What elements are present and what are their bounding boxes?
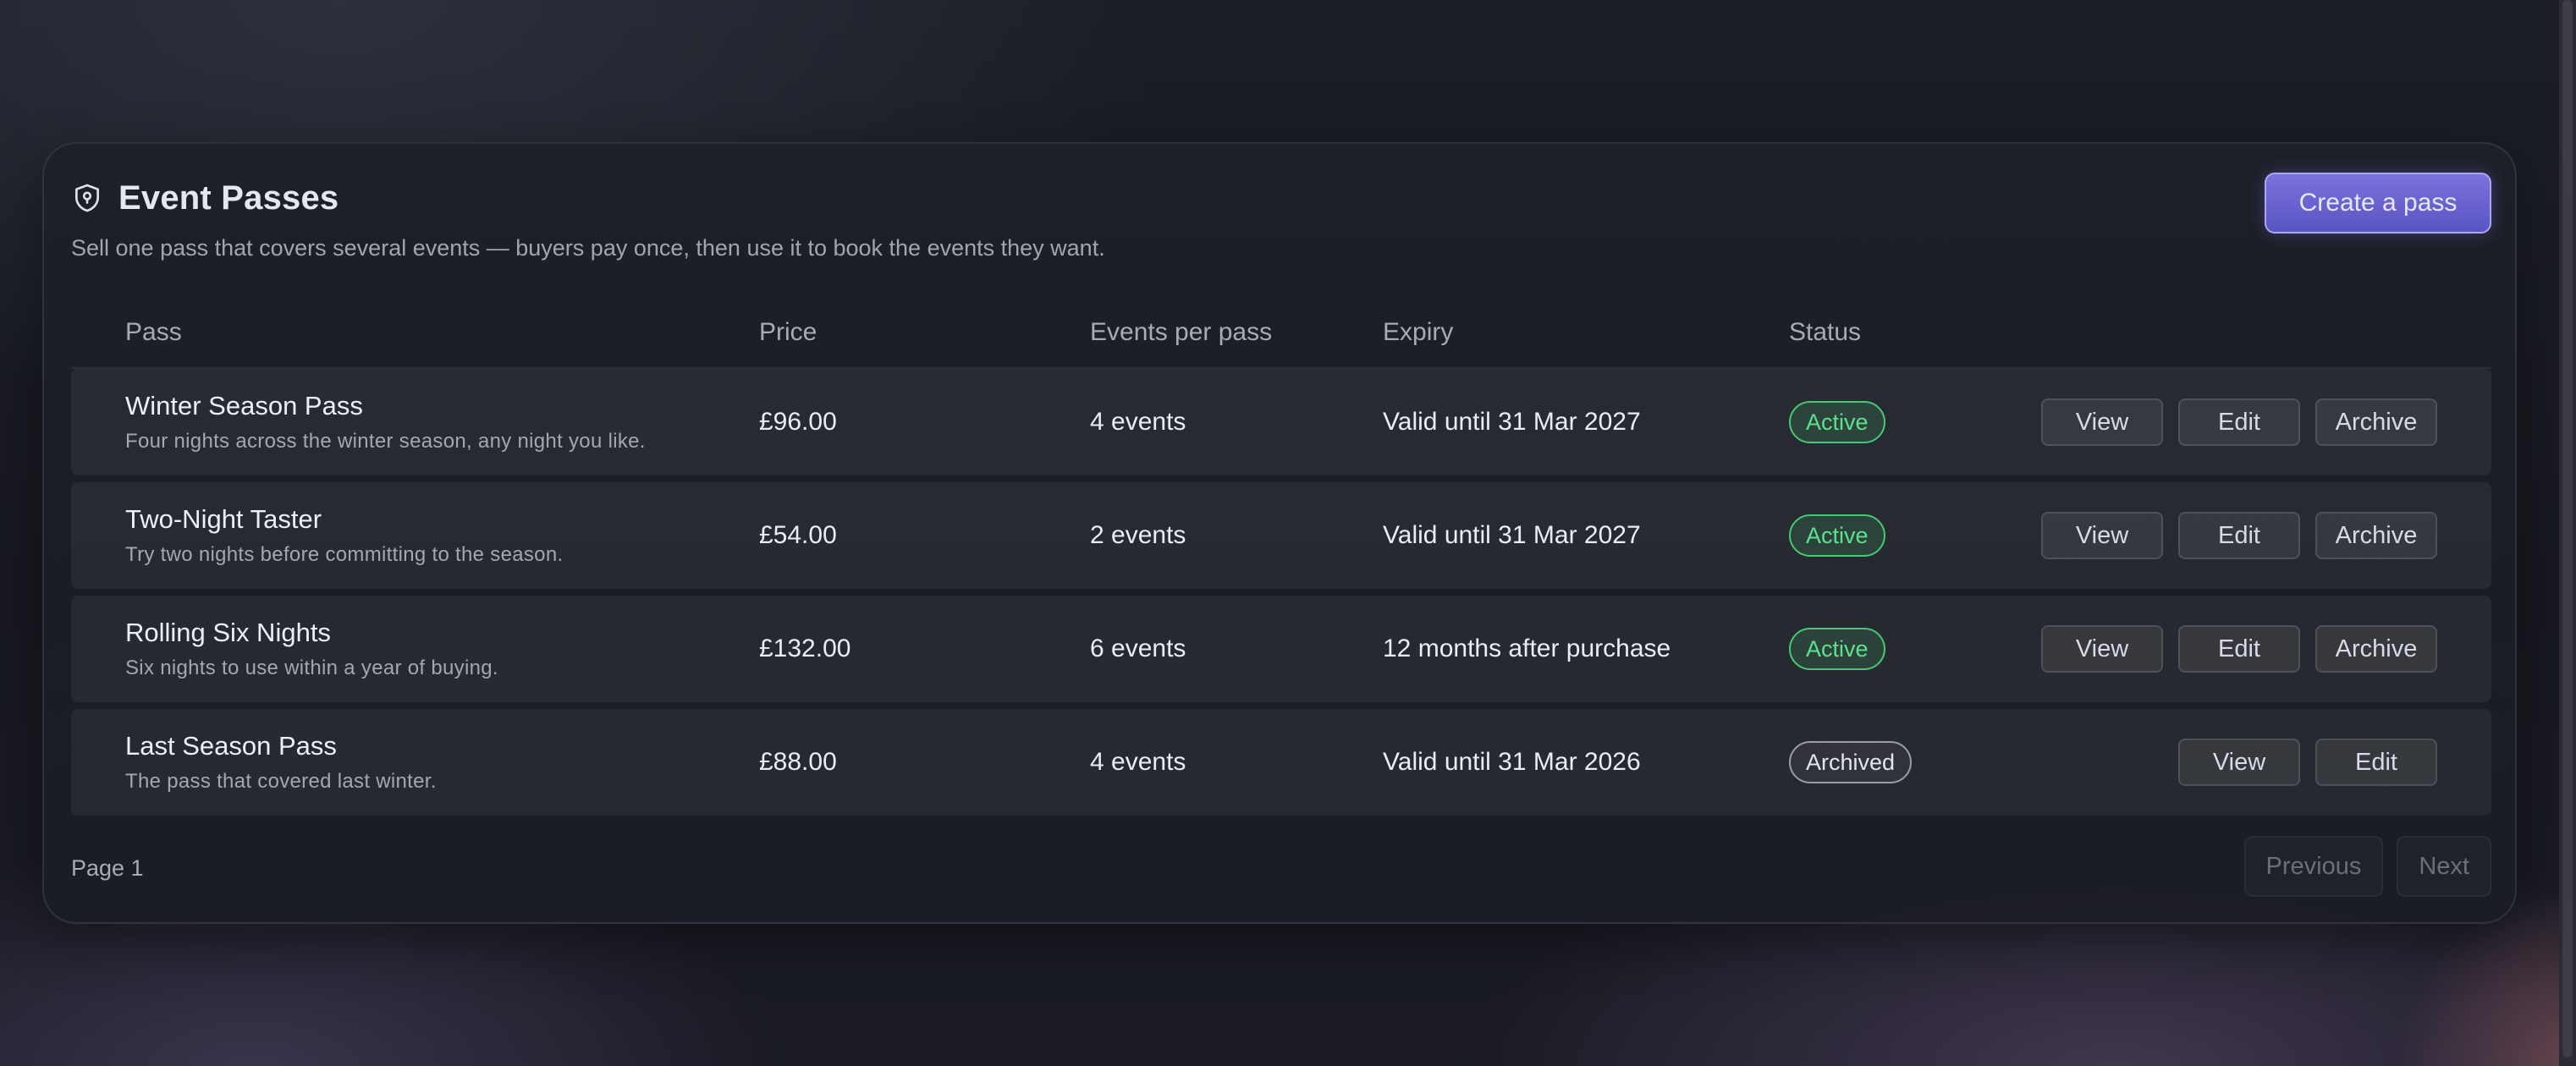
pass-cell: Winter Season Pass Four nights across th… [125,369,646,475]
table-footer: Page 1 Previous Next [71,836,2491,900]
table-row: Rolling Six Nights Six nights to use wit… [71,596,2491,702]
view-button[interactable]: View [2041,398,2163,446]
status-badge: Active [1789,628,1885,670]
page-scrollbar[interactable] [2559,0,2576,1066]
column-header-pass: Pass [125,318,182,346]
price-cell: £54.00 [759,521,837,549]
pagination: Previous Next [2243,836,2491,897]
pass-cell: Rolling Six Nights Six nights to use wit… [125,596,498,702]
events-cell: 4 events [1090,748,1186,776]
row-actions: View Edit Archive [2041,596,2437,702]
pass-cell: Last Season Pass The pass that covered l… [125,709,437,816]
passes-table: Pass Price Events per pass Expiry Status… [71,296,2491,816]
pass-name: Rolling Six Nights [125,618,331,647]
title-row: Event Passes [71,173,2491,223]
price-cell: £132.00 [759,635,851,662]
status-badge: Active [1789,514,1885,557]
column-header-expiry: Expiry [1383,318,1454,346]
table-body: Winter Season Pass Four nights across th… [71,369,2491,816]
next-page-button[interactable]: Next [2397,836,2491,897]
create-pass-button[interactable]: Create a pass [2265,173,2491,234]
previous-page-button[interactable]: Previous [2243,836,2384,897]
page-subtitle: Sell one pass that covers several events… [71,235,1105,261]
expiry-cell: Valid until 31 Mar 2026 [1383,748,1641,776]
pass-description: Try two nights before committing to the … [125,543,564,566]
pass-name: Two-Night Taster [125,504,322,534]
events-cell: 6 events [1090,635,1186,662]
view-button[interactable]: View [2041,625,2163,673]
status-cell: Active [1789,482,1885,589]
row-actions: View Edit Archive [2041,482,2437,589]
column-header-status: Status [1789,318,1862,346]
table-row: Two-Night Taster Try two nights before c… [71,482,2491,589]
edit-button[interactable]: Edit [2178,398,2300,446]
table-row: Last Season Pass The pass that covered l… [71,709,2491,816]
pass-name: Last Season Pass [125,731,337,761]
status-cell: Active [1789,369,1885,475]
shield-pin-icon [74,184,100,212]
pass-description: Four nights across the winter season, an… [125,430,646,453]
edit-button[interactable]: Edit [2178,512,2300,559]
page-indicator: Page 1 [71,855,144,881]
card-header: Event Passes Sell one pass that covers s… [71,173,2491,266]
column-header-events: Events per pass [1090,318,1273,346]
status-badge: Active [1789,401,1885,443]
expiry-cell: 12 months after purchase [1383,635,1671,662]
archive-button[interactable]: Archive [2315,398,2437,446]
status-cell: Archived [1789,709,1913,816]
pass-name: Winter Season Pass [125,391,363,420]
event-passes-card: Event Passes Sell one pass that covers s… [42,142,2517,924]
expiry-cell: Valid until 31 Mar 2027 [1383,408,1641,436]
pass-description: Six nights to use within a year of buyin… [125,657,498,679]
pass-description: The pass that covered last winter. [125,770,437,793]
edit-button[interactable]: Edit [2315,739,2437,786]
row-actions: View Edit Archive [2041,369,2437,475]
events-cell: 4 events [1090,408,1186,436]
expiry-cell: Valid until 31 Mar 2027 [1383,521,1641,549]
events-cell: 2 events [1090,521,1186,549]
table-header: Pass Price Events per pass Expiry Status [71,296,2491,369]
edit-button[interactable]: Edit [2178,625,2300,673]
status-cell: Active [1789,596,1885,702]
view-button[interactable]: View [2041,512,2163,559]
pass-cell: Two-Night Taster Try two nights before c… [125,482,563,589]
view-button[interactable]: View [2178,739,2300,786]
status-badge: Archived [1789,741,1913,783]
price-cell: £88.00 [759,748,837,776]
archive-button[interactable]: Archive [2315,625,2437,673]
archive-button[interactable]: Archive [2315,512,2437,559]
table-row: Winter Season Pass Four nights across th… [71,369,2491,475]
row-actions: View Edit [2178,709,2437,816]
column-header-price: Price [759,318,817,346]
scrollbar-thumb[interactable] [2562,0,2573,1058]
page-title: Event Passes [118,179,339,217]
price-cell: £96.00 [759,408,837,436]
